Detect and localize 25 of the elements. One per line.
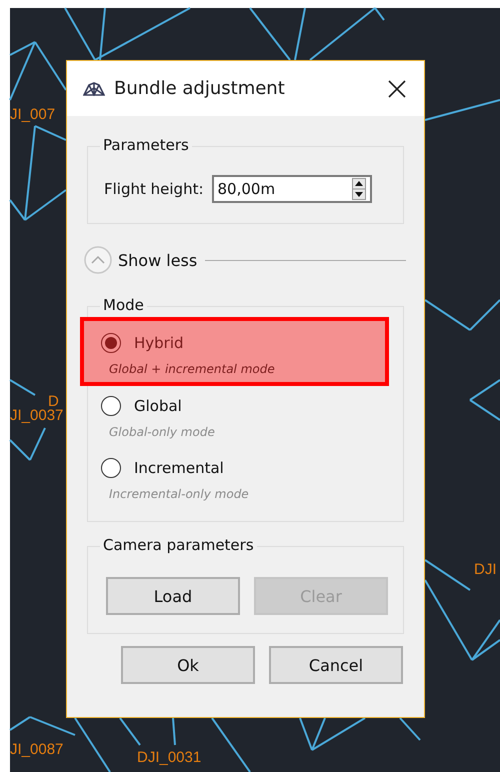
option-description: Global-only mode bbox=[109, 424, 216, 439]
dome-icon bbox=[83, 82, 105, 96]
option-description: Global + incremental mode bbox=[109, 362, 276, 376]
camera-label: DJI bbox=[474, 561, 496, 579]
window-title: Bundle adjustment bbox=[114, 78, 286, 99]
camera-label: JI_007 bbox=[10, 106, 56, 124]
flight-height-field[interactable]: 80,00m bbox=[212, 175, 372, 203]
camera-label: JI_0087 bbox=[10, 741, 64, 759]
camera-button[interactable]: Load bbox=[106, 577, 240, 615]
radio-button[interactable] bbox=[101, 396, 121, 416]
camera-label: JI_0037 bbox=[10, 407, 64, 425]
camera-label: D bbox=[48, 393, 59, 410]
option-description: Incremental-only mode bbox=[109, 487, 250, 502]
radio-label[interactable]: Global bbox=[134, 396, 182, 415]
radio-label[interactable]: Hybrid bbox=[134, 334, 184, 352]
spin-arrows-icon[interactable] bbox=[352, 178, 366, 200]
camera-label: DJI_0031 bbox=[137, 749, 202, 767]
show-less-toggle[interactable]: Show less bbox=[87, 246, 198, 274]
dialog-button[interactable]: Ok bbox=[121, 646, 255, 684]
field-label: Flight height: bbox=[104, 180, 204, 198]
radio-button[interactable] bbox=[101, 458, 121, 478]
radio-label[interactable]: Incremental bbox=[134, 459, 224, 478]
radio-button[interactable] bbox=[101, 333, 121, 353]
close-icon[interactable] bbox=[388, 80, 406, 98]
dialog-button[interactable]: Cancel bbox=[269, 646, 403, 684]
